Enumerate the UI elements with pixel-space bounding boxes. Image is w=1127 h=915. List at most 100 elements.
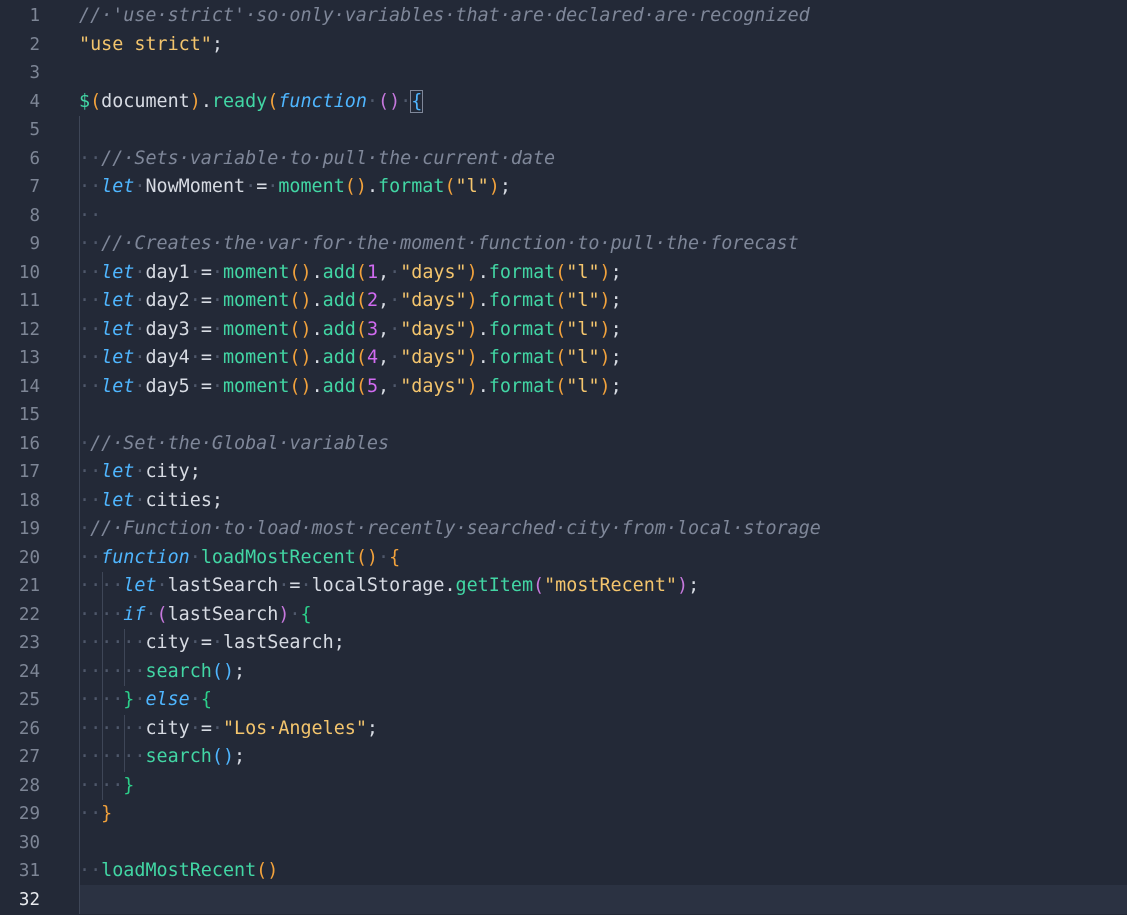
code-line[interactable]: 32 [0, 886, 1127, 915]
code-token: () [289, 290, 312, 311]
code-token: ·· [79, 489, 102, 511]
code-token: . [311, 375, 323, 397]
code-token: lastSearch [222, 632, 334, 653]
code-token: format [488, 261, 556, 283]
code-line[interactable]: 13 ··let·day4·=·moment().add(4,·"days").f… [0, 344, 1127, 373]
code-token: = [200, 318, 212, 340]
code-line[interactable]: 15 [0, 401, 1127, 430]
code-line[interactable]: 19 ·//·Function·to·load·most·recently·sea… [0, 515, 1127, 544]
line-number: 6 [29, 148, 40, 169]
code-token: · [189, 290, 201, 311]
code-token: format [488, 347, 556, 368]
code-line[interactable]: 12 ··let·day3·=·moment().add(3,·"days").f… [0, 316, 1127, 345]
code-line[interactable]: 27 ······search(); [0, 743, 1127, 772]
code-token: · [134, 461, 146, 482]
code-token: lastSearch [167, 603, 279, 625]
code-token: ) [466, 375, 478, 397]
code-token: day3 [145, 318, 190, 340]
code-token: ; [610, 347, 622, 368]
code-token: loadMostRecent [101, 860, 257, 881]
code-token: day2 [145, 290, 190, 311]
code-token: ) [466, 290, 478, 311]
code-line[interactable]: 8 ·· [0, 202, 1127, 231]
code-token: } [123, 774, 135, 796]
line-code: ··let·day2·=·moment().add(2,·"days").for… [79, 287, 1127, 316]
code-line[interactable]: 2 "use strict"; [0, 31, 1127, 60]
code-token: ; [610, 375, 622, 397]
code-line[interactable]: 18 ··let·cities; [0, 487, 1127, 516]
code-token: ·· [79, 290, 102, 311]
code-token: ( [555, 318, 567, 340]
code-line[interactable]: 20 ··function·loadMostRecent()·{ [0, 544, 1127, 573]
code-token: //·'use·strict'·so·only·variables·that·a… [79, 5, 810, 26]
code-line[interactable]: 28 ····} [0, 772, 1127, 801]
code-token: · [245, 176, 257, 197]
code-line[interactable]: 30 [0, 829, 1127, 858]
code-token: //·Sets·variable·to·pull·the·current·dat… [101, 147, 556, 169]
code-token: · [189, 546, 201, 568]
line-number: 4 [29, 91, 40, 112]
code-token: ) [466, 261, 478, 283]
line-number: 3 [29, 63, 40, 83]
code-line[interactable]: 16 ·//·Set·the·Global·variables [0, 430, 1127, 459]
code-token: ) [599, 261, 611, 283]
line-number: 17 [18, 462, 40, 482]
code-token: ) [599, 347, 611, 368]
code-line[interactable]: 21 ····let·lastSearch·=·localStorage.getI… [0, 572, 1127, 601]
code-line[interactable]: 9 ··//·Creates·the·var·for·the·moment·fun… [0, 230, 1127, 259]
code-line[interactable]: 1 //·'use·strict'·so·only·variables·that·… [0, 2, 1127, 31]
code-token: () [289, 375, 312, 397]
code-token: 3 [366, 318, 379, 340]
code-token: let [101, 290, 135, 311]
code-line[interactable]: 11 ··let·day2·=·moment().add(2,·"days").f… [0, 287, 1127, 316]
indent-guide [101, 572, 103, 800]
code-token: "l" [566, 261, 600, 283]
line-number: 21 [18, 576, 40, 596]
code-token: let [101, 176, 135, 197]
code-line[interactable]: 10 ··let·day1·=·moment().add(1,·"days").f… [0, 259, 1127, 288]
code-token: · [211, 717, 223, 739]
code-line[interactable]: 4 $(document).ready(function·()·{ [0, 88, 1127, 117]
code-token: "l" [566, 375, 600, 397]
code-token: add [322, 375, 356, 397]
code-token: , [378, 261, 390, 283]
code-token: day4 [145, 347, 190, 368]
code-token: = [256, 176, 268, 197]
code-token: let [101, 347, 135, 368]
code-token: . [477, 290, 489, 311]
code-line[interactable]: 22 ····if·(lastSearch)·{ [0, 601, 1127, 630]
code-token: ) [466, 347, 478, 368]
code-token: · [134, 489, 146, 511]
code-line[interactable]: 3 [0, 59, 1127, 88]
code-token: format [488, 290, 556, 311]
code-line[interactable]: 23 ······city·=·lastSearch; [0, 629, 1127, 658]
code-token: . [311, 261, 323, 283]
code-token: "days" [400, 318, 467, 340]
code-token: { [300, 603, 312, 625]
code-line[interactable]: 26 ······city·=·"Los·Angeles"; [0, 715, 1127, 744]
line-code: ·//·Function·to·load·most·recently·searc… [79, 515, 1127, 544]
code-token: let [101, 261, 135, 283]
code-token: moment [222, 375, 290, 397]
code-line[interactable]: 24 ······search(); [0, 658, 1127, 687]
code-token: · [145, 603, 157, 625]
code-line[interactable]: 17 ··let·city; [0, 458, 1127, 487]
code-token: · [389, 290, 401, 311]
code-token: ( [355, 290, 367, 311]
code-token: format [378, 176, 445, 197]
code-token: add [322, 261, 356, 283]
code-line[interactable]: 14 ··let·day5·=·moment().add(5,·"days").f… [0, 373, 1127, 402]
code-line[interactable]: 7 ··let·NowMoment·=·moment().format("l"); [0, 173, 1127, 202]
code-line[interactable]: 25 ····}·else·{ [0, 686, 1127, 715]
code-line[interactable]: 6 ··//·Sets·variable·to·pull·the·current·… [0, 145, 1127, 174]
code-token: add [322, 318, 356, 340]
code-token: ( [555, 261, 567, 283]
code-line[interactable]: 29 ··} [0, 800, 1127, 829]
code-token: ; [610, 261, 622, 283]
line-number: 1 [29, 6, 40, 26]
code-token: ; [234, 746, 246, 767]
code-editor[interactable]: 1 //·'use·strict'·so·only·variables·that·… [0, 0, 1127, 915]
code-line[interactable]: 5 [0, 116, 1127, 145]
code-token: ready [211, 90, 268, 112]
code-line[interactable]: 31 ··loadMostRecent() [0, 857, 1127, 886]
